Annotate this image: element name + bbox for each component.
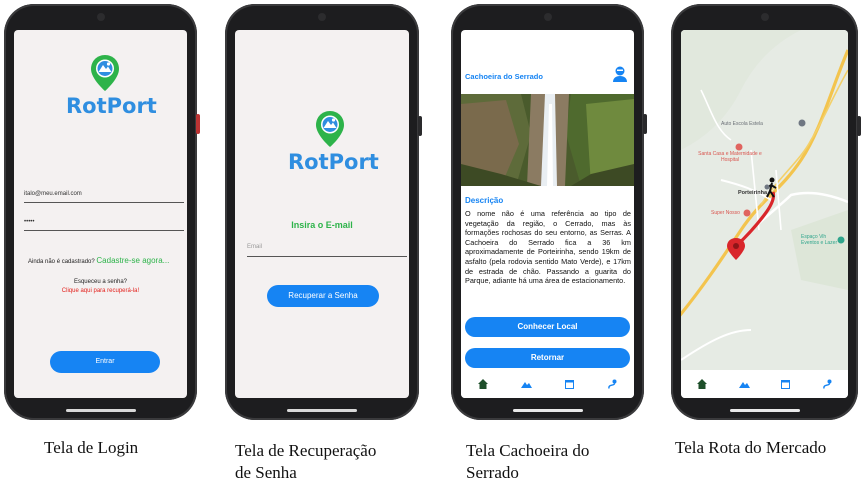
forgot-prompt: Esqueceu a senha? [73,279,128,285]
mountain-icon[interactable] [738,380,750,388]
caption-recovery-line2: de Senha [235,463,297,482]
caption-map: Tela Rota do Mercado [675,438,827,457]
power-button [196,114,200,134]
home-indicator [287,409,357,412]
bottom-nav [461,370,634,398]
power-button [418,116,422,136]
caption-place: Tela Cachoeira do Serrado [466,440,589,484]
caption-recovery: Tela de Recuperação de Senha [235,440,376,484]
signup-link[interactable]: Cadastre-se agora... [96,256,169,265]
signup-prompt: Ainda não é cadastrado? [28,259,95,265]
recovery-phone: RotPort Insira o E-mail Email Recuperar … [225,4,422,420]
home-icon[interactable] [477,379,488,389]
recovery-heading: Insira o E-mail [291,220,353,230]
place-screen: Cachoeira do Serrado Descrição O nome nã… [461,30,634,398]
visit-place-button[interactable]: Conhecer Local [465,317,630,337]
power-button [857,116,861,136]
bottom-nav [681,370,848,398]
map-phone: Auto Escola Estela Santa Casa e Maternid… [671,4,861,420]
place-phone: Cachoeira do Serrado Descrição O nome nã… [451,4,647,420]
email-field[interactable]: italo@meu.email.com [24,188,184,203]
signup-row: Ainda não é cadastrado? Cadastre-se agor… [28,256,169,265]
password-field[interactable]: ••••• [24,216,184,231]
forgot-link[interactable]: Clique aqui para recuperá-la! [14,288,187,294]
home-indicator [65,409,136,412]
brand-title: RotPort [288,150,379,174]
login-phone: RotPort italo@meu.email.com ••••• Ainda … [4,4,200,420]
front-camera [760,13,769,21]
poi-porteirinha: Porteirinha [738,190,768,196]
front-camera [543,13,552,21]
login-screen: RotPort italo@meu.email.com ••••• Ainda … [14,30,187,398]
description-heading: Descrição [465,196,504,205]
map-screen: Auto Escola Estela Santa Casa e Maternid… [681,30,848,398]
map-pin-logo-icon [316,111,344,147]
route-icon[interactable] [822,379,832,389]
map-pin-logo-icon [91,55,119,91]
brand-title: RotPort [66,94,157,118]
mountain-icon[interactable] [520,380,532,388]
caption-place-line1: Tela Cachoeira do [466,441,590,460]
place-description: O nome não é uma referência ao tipo de v… [465,209,631,286]
calendar-icon[interactable] [565,379,575,389]
poi-super-nosso: Super Nosso [711,210,740,216]
home-indicator [512,409,583,412]
route-map[interactable] [681,30,848,388]
login-button[interactable]: Entrar [50,351,160,373]
home-indicator [729,409,800,412]
return-button[interactable]: Retornar [465,348,630,368]
caption-recovery-line1: Tela de Recuperação [235,441,377,460]
front-camera [318,13,326,21]
recovery-screen: RotPort Insira o E-mail Email Recuperar … [235,30,409,398]
recovery-email-input[interactable]: Email [247,240,407,257]
home-icon[interactable] [696,379,707,389]
poi-auto-escola: Auto Escola Estela [721,121,763,127]
poi-espaco: Espaço Vih Eventos e Lazer [801,234,838,246]
user-profile-icon[interactable] [612,65,628,83]
poi-santa-casa: Santa Casa e Maternidade e Hospital [698,151,762,163]
power-button [643,114,647,134]
waterfall-photo [461,94,634,186]
route-icon[interactable] [607,379,617,389]
place-title: Cachoeira do Serrado [465,72,543,81]
caption-place-line2: Serrado [466,463,519,482]
front-camera [96,13,105,21]
caption-login: Tela de Login [44,438,139,457]
calendar-icon[interactable] [781,379,791,389]
recover-password-button[interactable]: Recuperar a Senha [267,285,379,307]
